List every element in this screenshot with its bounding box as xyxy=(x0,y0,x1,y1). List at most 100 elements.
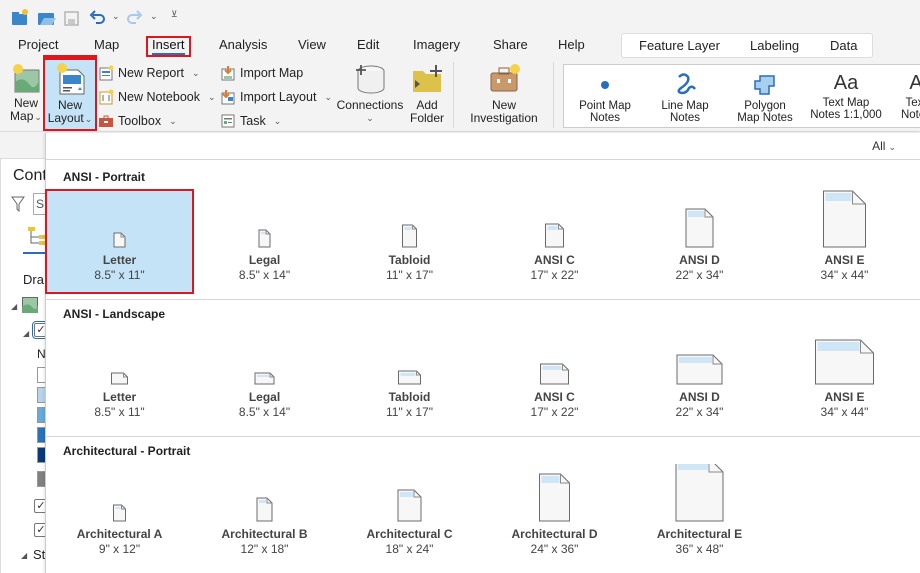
page-size-tile[interactable]: Architectural A 9" x 12" xyxy=(47,464,192,568)
task-button[interactable]: Task ⌄ xyxy=(220,111,281,131)
page-size-dimensions: 24" x 36" xyxy=(530,542,579,556)
polygon-map-notes-button[interactable]: Polygon Map Notes xyxy=(732,71,798,124)
page-size-name: Architectural D xyxy=(511,527,598,541)
database-connection-icon xyxy=(356,65,385,94)
new-map-button[interactable]: New Map⌄ xyxy=(8,62,44,124)
new-map-icon xyxy=(13,64,40,93)
redo-icon[interactable] xyxy=(124,7,144,27)
page-size-name: Legal xyxy=(248,253,281,267)
page-size-dimensions: 9" x 12" xyxy=(98,542,141,556)
page-size-tile[interactable]: Letter 8.5" x 11" xyxy=(47,327,192,431)
add-folder-icon xyxy=(413,65,442,92)
chevron-down-icon: ⌄ xyxy=(34,112,42,122)
chevron-down-icon: ⌄ xyxy=(192,67,200,78)
polygon-icon xyxy=(754,75,775,95)
tab-analysis[interactable]: Analysis xyxy=(219,37,267,52)
new-project-icon[interactable] xyxy=(10,7,30,27)
page-size-tile[interactable]: Architectural D 24" x 36" xyxy=(482,464,627,568)
save-project-icon[interactable] xyxy=(62,7,82,27)
page-size-dimensions: 22" x 34" xyxy=(675,268,724,282)
collapse-triangle-icon[interactable]: ◢ xyxy=(23,329,29,338)
chevron-down-icon: ⌄ xyxy=(84,114,93,124)
new-notebook-button[interactable]: New Notebook ⌄ xyxy=(98,87,216,107)
tab-map[interactable]: Map xyxy=(94,37,119,52)
text-notes-button[interactable]: A Text Notes xyxy=(886,71,920,121)
page-size-tile[interactable]: Architectural E 36" x 48" xyxy=(627,464,772,568)
open-project-icon[interactable] xyxy=(36,7,56,27)
section-divider xyxy=(46,436,920,437)
page-size-name: ANSI E xyxy=(824,390,865,404)
list-by-drawing-order-icon[interactable] xyxy=(27,227,47,247)
tab-view[interactable]: View xyxy=(298,37,326,52)
page-size-tile[interactable]: ANSI C 17" x 22" xyxy=(482,190,627,294)
line-map-notes-button[interactable]: Line Map Notes xyxy=(652,71,718,124)
page-size-tile[interactable]: Architectural C 18" x 24" xyxy=(337,464,482,568)
connections-button[interactable]: Connections ⌄ xyxy=(334,62,406,125)
page-size-tile[interactable]: Legal 8.5" x 14" xyxy=(192,190,337,294)
page-size-dimensions: 17" x 22" xyxy=(530,405,579,419)
tab-labeling[interactable]: Labeling xyxy=(750,38,799,53)
task-icon xyxy=(221,114,235,128)
page-size-tile[interactable]: Tabloid 11" x 17" xyxy=(337,327,482,431)
page-size-name: Legal xyxy=(248,390,281,404)
page-size-filter[interactable]: All ⌄ xyxy=(872,139,896,153)
page-size-dimensions: 34" x 44" xyxy=(820,405,869,419)
page-size-name: ANSI D xyxy=(679,253,720,267)
tab-data[interactable]: Data xyxy=(830,38,857,53)
page-size-name: ANSI E xyxy=(824,253,865,267)
page-size-tile[interactable]: Letter 8.5" x 11" xyxy=(47,190,192,294)
chevron-down-icon: ⌄ xyxy=(169,115,177,126)
page-size-dimensions: 11" x 17" xyxy=(386,268,433,282)
chevron-down-icon: ⌄ xyxy=(888,142,896,152)
toolbox-button[interactable]: Toolbox ⌄ xyxy=(98,111,177,131)
tab-insert[interactable]: Insert xyxy=(152,37,185,55)
point-map-notes-button[interactable]: Point Map Notes xyxy=(572,71,638,124)
undo-icon[interactable] xyxy=(88,7,108,27)
section-title: Architectural - Portrait xyxy=(63,444,191,458)
new-investigation-button[interactable]: New Investigation xyxy=(466,62,542,125)
import-layout-button[interactable]: Import Layout ⌄ xyxy=(220,87,332,107)
page-size-tile[interactable]: Architectural B 12" x 18" xyxy=(192,464,337,568)
page-size-tile[interactable]: ANSI D 22" x 34" xyxy=(627,327,772,431)
new-layout-button[interactable]: New Layout⌄ xyxy=(45,59,95,129)
page-size-tile[interactable]: ANSI E 34" x 44" xyxy=(772,190,917,294)
filter-icon[interactable] xyxy=(11,196,25,212)
section-divider xyxy=(46,299,920,300)
notebook-icon xyxy=(99,89,114,105)
page-size-tile[interactable]: ANSI C 17" x 22" xyxy=(482,327,627,431)
page-size-tile[interactable]: Tabloid 11" x 17" xyxy=(337,190,482,294)
tab-feature-layer[interactable]: Feature Layer xyxy=(639,38,720,53)
import-map-button[interactable]: Import Map xyxy=(220,63,303,83)
new-report-button[interactable]: New Report ⌄ xyxy=(98,63,200,83)
import-layout-icon xyxy=(221,90,235,105)
tab-share[interactable]: Share xyxy=(493,37,528,52)
page-size-name: ANSI D xyxy=(679,390,720,404)
add-folder-button[interactable]: Add Folder xyxy=(406,62,448,125)
page-size-tile[interactable]: ANSI E 34" x 44" xyxy=(772,327,917,431)
collapse-triangle-icon[interactable]: ◢ xyxy=(21,551,27,560)
chevron-down-icon: ⌄ xyxy=(366,113,374,123)
tab-project[interactable]: Project xyxy=(18,37,58,52)
toolbox-icon xyxy=(99,115,113,127)
dropdown-header: All ⌄ xyxy=(46,133,920,160)
redo-dropdown-icon[interactable]: ⌄ xyxy=(150,11,158,22)
customize-toolbar-icon[interactable]: ⊻ xyxy=(171,9,178,20)
tab-imagery[interactable]: Imagery xyxy=(413,37,460,52)
arcgis-pro-window: ⌄ ⌄ ⊻ Project Map Insert Analysis View E… xyxy=(0,0,920,573)
text-map-notes-button[interactable]: Aa Text Map Notes 1:1,000 xyxy=(808,71,884,121)
section-title: ANSI - Portrait xyxy=(63,170,146,184)
page-size-name: Architectural A xyxy=(76,527,163,541)
map-icon xyxy=(22,297,38,313)
page-size-tile[interactable]: Legal 8.5" x 14" xyxy=(192,327,337,431)
tab-help[interactable]: Help xyxy=(558,37,585,52)
page-size-tile[interactable]: ANSI D 22" x 34" xyxy=(627,190,772,294)
chevron-down-icon: ⌄ xyxy=(324,91,332,102)
ribbon-separator xyxy=(553,62,554,128)
tab-edit[interactable]: Edit xyxy=(357,37,379,52)
chevron-down-icon: ⌄ xyxy=(273,115,282,126)
point-icon xyxy=(601,81,609,89)
collapse-triangle-icon[interactable]: ◢ xyxy=(11,302,17,311)
ribbon: New Map⌄ New Layout⌄ New Report ⌄ New Not… xyxy=(0,58,920,132)
page-size-name: Letter xyxy=(102,253,137,267)
undo-dropdown-icon[interactable]: ⌄ xyxy=(112,11,120,22)
